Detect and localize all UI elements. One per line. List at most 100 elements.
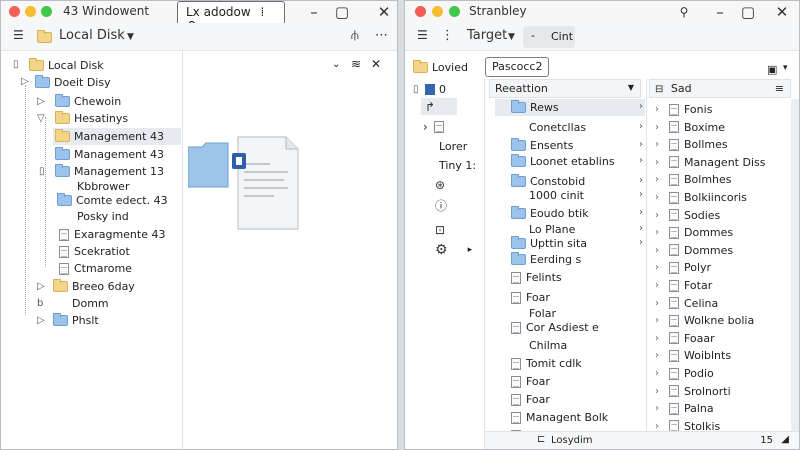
- file-list-item[interactable]: › Fonis: [655, 101, 712, 118]
- file-list-item[interactable]: › Foaar: [655, 330, 715, 347]
- nav-item[interactable]: ⊛: [435, 176, 445, 193]
- file-list-item[interactable]: Foar: [511, 391, 550, 408]
- tree-item[interactable]: Domm: [53, 295, 109, 312]
- toolbar-location[interactable]: Local Disk: [59, 28, 125, 43]
- file-list-item[interactable]: Chilma: [529, 337, 567, 354]
- close-icon[interactable]: ✕: [773, 3, 791, 21]
- file-list-item[interactable]: › Bolmhes: [655, 171, 732, 188]
- tree-item[interactable]: Comte edect. 43: [57, 192, 168, 209]
- more-icon[interactable]: ⋯: [375, 28, 388, 43]
- expand-arrow-icon[interactable]: ▷: [37, 281, 45, 292]
- file-list-item[interactable]: › Palna: [655, 400, 714, 417]
- wifi-icon[interactable]: ≋: [351, 57, 361, 71]
- file-list-item[interactable]: › Fotar: [655, 277, 712, 294]
- minimize-traffic-light[interactable]: [432, 6, 443, 17]
- file-list-item[interactable]: Managent Bolk: [511, 409, 608, 426]
- file-list-item[interactable]: › Bolkiincoris: [655, 189, 747, 206]
- file-list-item[interactable]: Foar: [511, 289, 550, 306]
- nav-item[interactable]: ⊡: [435, 221, 445, 238]
- tree-item[interactable]: Hesatinys: [55, 110, 128, 127]
- file-list-item[interactable]: 1000 cinit: [529, 187, 584, 204]
- expand-arrow-icon[interactable]: ▷: [21, 76, 29, 87]
- file-list-item[interactable]: › Managent Diss: [655, 154, 765, 171]
- close-icon[interactable]: ✕: [375, 3, 393, 21]
- breadcrumb[interactable]: Pascocc2: [485, 57, 549, 77]
- minimize-traffic-light[interactable]: [25, 6, 36, 17]
- nav-item[interactable]: Tiny 1:: [439, 157, 476, 174]
- file-list-item[interactable]: Eerding s: [511, 251, 581, 268]
- chevron-down-icon[interactable]: ▼: [508, 32, 515, 42]
- file-list-item[interactable]: Foar: [511, 373, 550, 390]
- file-list-item[interactable]: › Wolkne bolia: [655, 312, 754, 329]
- file-list-item[interactable]: › Polyr: [655, 259, 711, 276]
- file-list-item[interactable]: Loonet etablins: [511, 153, 615, 170]
- zoom-traffic-light[interactable]: [41, 6, 52, 17]
- file-list-item[interactable]: Conetcllas: [529, 119, 586, 136]
- tree-item[interactable]: Chewoin: [55, 93, 121, 110]
- resize-grip-icon[interactable]: ◢: [781, 434, 789, 445]
- expand-arrow-icon[interactable]: ▽: [37, 113, 45, 124]
- file-list-item[interactable]: Tomit cdlk: [511, 355, 582, 372]
- file-list-item[interactable]: Eoudo btik: [511, 205, 589, 222]
- view-toggle-icon[interactable]: ▣: [767, 63, 777, 76]
- nav-item[interactable]: ⓘ: [435, 197, 447, 214]
- file-list-item[interactable]: › Boxime: [655, 119, 725, 136]
- tree-item-selected[interactable]: Management 43: [53, 128, 181, 145]
- tree-item[interactable]: Local Disk: [29, 57, 104, 74]
- file-list-item[interactable]: Ensents: [511, 137, 573, 154]
- scrollbar[interactable]: [791, 99, 799, 431]
- chevron-down-icon[interactable]: ▾: [783, 63, 788, 73]
- file-list-item[interactable]: Rews: [495, 99, 645, 116]
- chevron-down-icon[interactable]: ⌄: [332, 59, 340, 70]
- tree-item[interactable]: Exaragmente 43: [59, 226, 165, 243]
- expand-arrow-icon[interactable]: ▯: [13, 59, 19, 70]
- pin-icon[interactable]: ⚲: [675, 3, 693, 21]
- nav-item[interactable]: ›: [423, 118, 444, 135]
- file-list-item[interactable]: › Celina: [655, 295, 718, 312]
- tree-item[interactable]: Phslt: [53, 312, 99, 329]
- chevron-down-icon[interactable]: ▼: [127, 32, 134, 42]
- expand-arrow-icon[interactable]: ▷: [37, 96, 45, 107]
- close-traffic-light[interactable]: [415, 6, 426, 17]
- maximize-icon[interactable]: ▢: [739, 3, 757, 21]
- minimize-icon[interactable]: –: [711, 3, 729, 21]
- column-header[interactable]: ⊟ Sad ≡: [649, 79, 791, 98]
- file-list-item[interactable]: Upttin sita: [511, 235, 587, 252]
- maximize-icon[interactable]: ▢: [333, 3, 351, 21]
- nav-item[interactable]: ⚙ ▸: [435, 241, 472, 258]
- expand-arrow-icon[interactable]: ▯: [413, 84, 419, 95]
- expand-arrow-icon[interactable]: ▷: [37, 315, 45, 326]
- location-item[interactable]: Lovied: [413, 59, 468, 76]
- tree-item[interactable]: Doeit Disy: [35, 74, 111, 91]
- toolbar-field[interactable]: - Cint: [523, 26, 575, 48]
- file-list-item[interactable]: › Bollmes: [655, 136, 728, 153]
- file-list-item[interactable]: › Srolnorti: [655, 383, 731, 400]
- file-list-item[interactable]: › Podio: [655, 365, 714, 382]
- column-header[interactable]: Reeattion ▼: [489, 79, 641, 98]
- tree-item[interactable]: Posky ind: [77, 208, 129, 225]
- close-pane-icon[interactable]: ✕: [371, 57, 381, 71]
- tab-current[interactable]: Lx adodow ⁞ 8: [177, 1, 285, 33]
- file-list-item[interactable]: Felints: [511, 269, 562, 286]
- tree-item[interactable]: Breeo 6day: [53, 278, 135, 295]
- file-list-item[interactable]: › Woiblnts: [655, 347, 731, 364]
- file-list-item[interactable]: › Dommes: [655, 224, 733, 241]
- connect-icon[interactable]: ⫛: [351, 28, 359, 43]
- file-list-item[interactable]: Cor Asdiest e: [511, 319, 599, 336]
- tree-item[interactable]: Scekratiot: [59, 243, 130, 260]
- list-view-icon[interactable]: ☰: [13, 28, 24, 42]
- nav-item-selected[interactable]: ↱: [421, 98, 457, 115]
- nav-item[interactable]: Lorer: [439, 138, 467, 155]
- expand-arrow-icon[interactable]: ▯: [39, 166, 45, 177]
- tree-item[interactable]: Ctmarome: [59, 260, 132, 277]
- toolbar-location[interactable]: Target: [467, 28, 507, 43]
- minimize-icon[interactable]: –: [305, 3, 323, 21]
- nav-item[interactable]: 0: [425, 81, 446, 98]
- list-view-icon[interactable]: ☰: [417, 28, 428, 42]
- close-traffic-light[interactable]: [9, 6, 20, 17]
- tree-item[interactable]: Management 43: [55, 146, 164, 163]
- expand-arrow-icon[interactable]: b: [37, 298, 43, 309]
- file-list-item[interactable]: › Sodies: [655, 207, 720, 224]
- zoom-traffic-light[interactable]: [449, 6, 460, 17]
- toolbar-grid-icon[interactable]: ⋮: [441, 28, 454, 43]
